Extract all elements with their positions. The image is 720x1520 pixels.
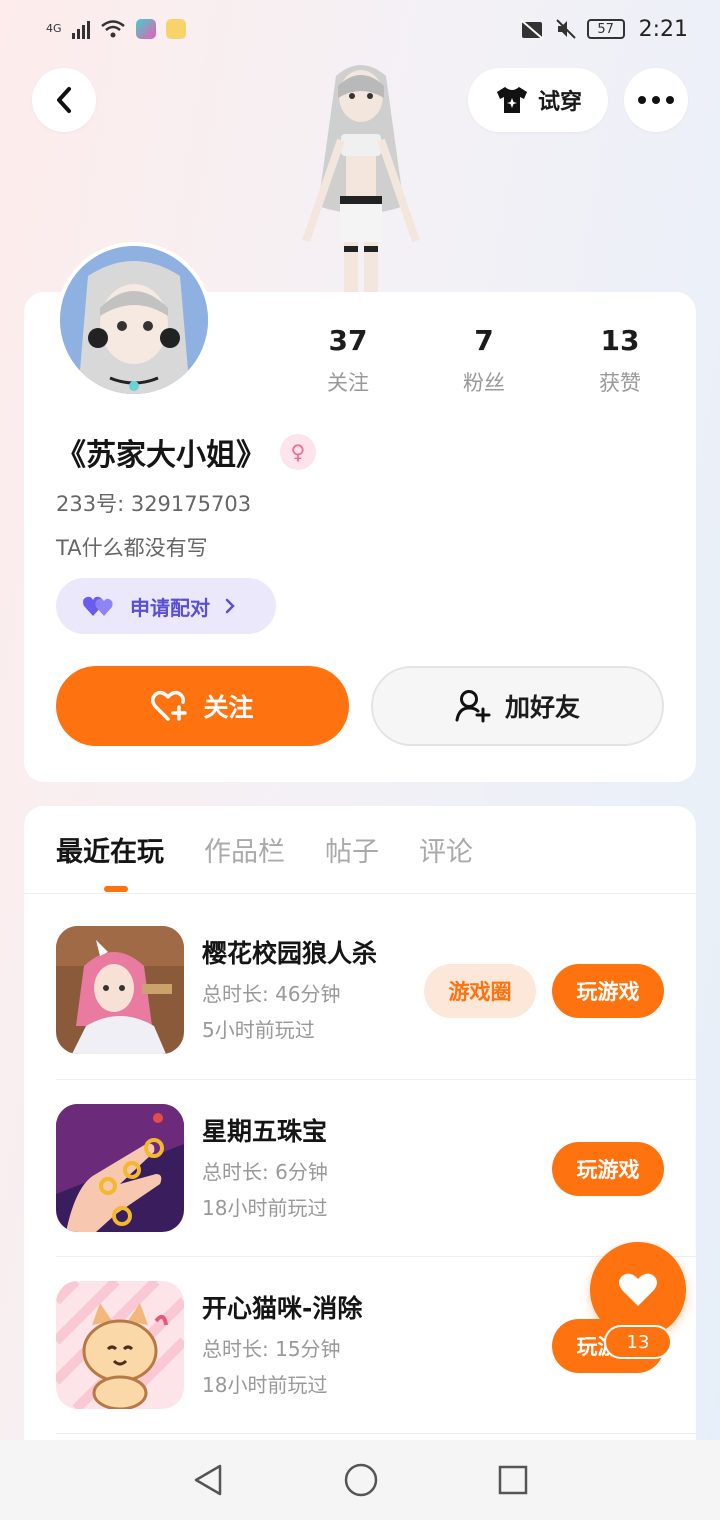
system-nav-bar: [0, 1440, 720, 1520]
chevron-right-icon: [225, 598, 235, 614]
pair-label: 申请配对: [130, 595, 210, 620]
video-app-icon: [135, 19, 156, 39]
status-bar: 4G 57 2:21: [0, 0, 720, 58]
game-row[interactable]: 开心猫咪-消除 总时长: 15分钟 18小时前玩过 玩游戏: [56, 1281, 664, 1411]
signal-icon: [71, 19, 90, 39]
game-name: 星期五珠宝: [202, 1117, 328, 1146]
divider: [24, 893, 696, 894]
stat-following[interactable]: 37 关注: [280, 324, 416, 397]
game-duration: 总时长: 6分钟: [202, 1160, 328, 1184]
hearts-icon: [83, 596, 113, 616]
stat-likes[interactable]: 13 获赞: [552, 324, 688, 397]
game-row[interactable]: 星期五珠宝 总时长: 6分钟 18小时前玩过 玩游戏: [56, 1104, 664, 1234]
profile-stats: 37 关注 7 粉丝 13 获赞: [280, 324, 688, 397]
try-on-button[interactable]: 试穿: [468, 68, 608, 132]
tab-posts[interactable]: 帖子: [325, 830, 379, 869]
status-left: 4G: [46, 19, 186, 39]
tshirt-icon: [496, 87, 527, 113]
more-dots-icon: [638, 96, 674, 104]
tab-bar: 最近在玩 作品栏 帖子 评论: [56, 830, 473, 869]
mute-icon: [555, 19, 576, 39]
stat-value: 13: [600, 324, 640, 357]
add-friend-label: 加好友: [504, 693, 580, 722]
game-duration: 总时长: 15分钟: [202, 1337, 341, 1361]
divider: [56, 1433, 696, 1434]
nickname-row: 《苏家大小姐》 ♀: [56, 430, 316, 474]
stat-value: 37: [328, 324, 368, 357]
game-name: 樱花校园狼人杀: [202, 939, 378, 968]
nav-home-icon[interactable]: [344, 1463, 378, 1497]
like-count-badge: 13: [604, 1325, 672, 1359]
game-icon[interactable]: [56, 1104, 184, 1232]
add-friend-button[interactable]: 加好友: [371, 666, 664, 746]
avatar[interactable]: [56, 242, 212, 398]
game-icon-image: [56, 926, 184, 1054]
tab-works[interactable]: 作品栏: [204, 830, 285, 869]
game-icon-image: [56, 1104, 184, 1232]
more-button[interactable]: [624, 68, 688, 132]
tab-recent-played[interactable]: 最近在玩: [56, 830, 164, 869]
tab-comments[interactable]: 评论: [419, 830, 473, 869]
stat-label: 获赞: [599, 371, 641, 395]
avatar-3d-figure: [302, 65, 420, 296]
stat-followers[interactable]: 7 粉丝: [416, 324, 552, 397]
bio: TA什么都没有写: [56, 536, 208, 560]
notification-app-icon: [165, 19, 186, 39]
battery-icon: 57: [586, 19, 625, 39]
female-icon: ♀: [280, 434, 316, 470]
game-last-played: 5小时前玩过: [202, 1018, 315, 1042]
game-circle-button[interactable]: 游戏圈: [424, 964, 536, 1018]
clock: 2:21: [638, 16, 688, 42]
divider: [56, 1256, 696, 1257]
follow-button[interactable]: 关注: [56, 666, 349, 746]
back-button[interactable]: [32, 68, 96, 132]
stat-label: 粉丝: [463, 371, 505, 395]
nickname: 《苏家大小姐》: [56, 438, 266, 473]
like-button[interactable]: [590, 1242, 686, 1338]
game-icon-image: [56, 1281, 184, 1409]
nav-recents-icon[interactable]: [498, 1465, 528, 1495]
wifi-icon: [100, 20, 125, 38]
stat-label: 关注: [327, 371, 369, 395]
play-game-button[interactable]: 玩游戏: [552, 1142, 664, 1196]
tab-indicator: [104, 886, 128, 892]
no-sim-icon: [519, 19, 544, 40]
user-id: 233号: 329175703: [56, 492, 252, 516]
play-game-button[interactable]: 玩游戏: [552, 964, 664, 1018]
game-icon[interactable]: [56, 926, 184, 1054]
follow-label: 关注: [203, 693, 254, 722]
add-user-icon: [455, 690, 491, 723]
game-icon[interactable]: [56, 1281, 184, 1409]
network-type: 4G: [46, 22, 62, 35]
game-duration: 总时长: 46分钟: [202, 982, 341, 1006]
try-on-label: 试穿: [537, 90, 582, 115]
avatar-image: [60, 246, 208, 394]
nav-back-icon[interactable]: [192, 1463, 224, 1497]
heart-plus-icon: [151, 690, 188, 721]
game-name: 开心猫咪-消除: [202, 1294, 363, 1323]
game-last-played: 18小时前玩过: [202, 1196, 328, 1220]
stat-value: 7: [474, 324, 494, 357]
divider: [56, 1079, 696, 1080]
pair-request-button[interactable]: 申请配对: [56, 578, 276, 634]
status-right: 57 2:21: [519, 17, 688, 42]
game-last-played: 18小时前玩过: [202, 1373, 328, 1397]
game-row[interactable]: 樱花校园狼人杀 总时长: 46分钟 5小时前玩过 游戏圈 玩游戏: [56, 926, 664, 1056]
chevron-left-icon: [57, 87, 71, 113]
heart-icon: [619, 1273, 657, 1306]
